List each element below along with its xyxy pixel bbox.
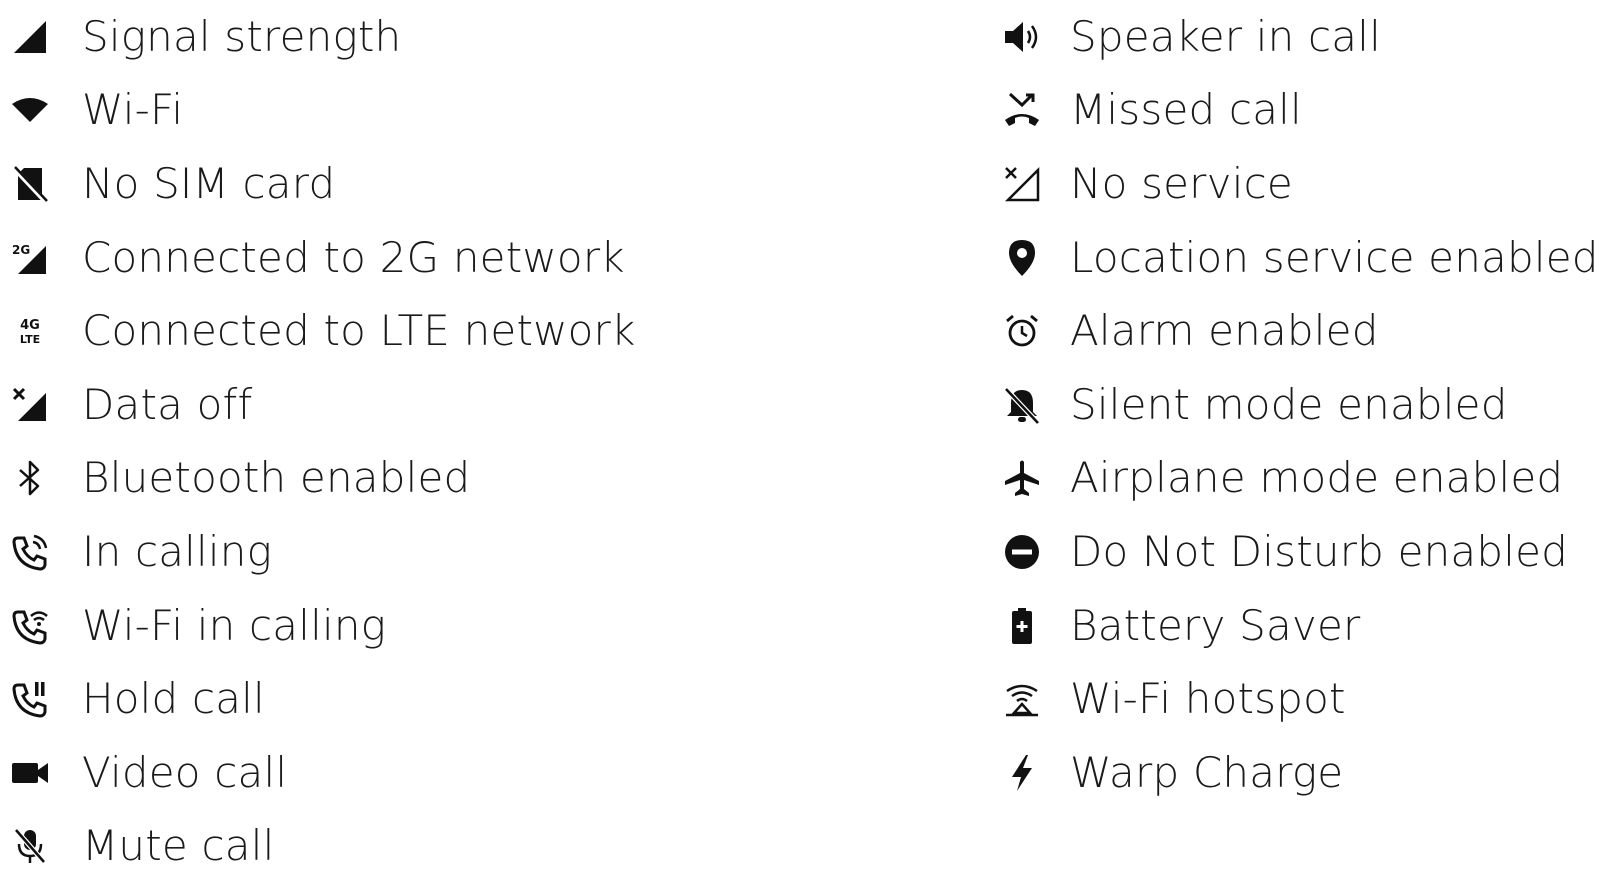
signal-strength-icon [8, 15, 52, 59]
legend-label: No service [1070, 158, 1293, 208]
status-icon-list-right: Speaker in call Missed call No service L… [1000, 0, 1600, 810]
legend-row: Speaker in call [1000, 0, 1600, 74]
legend-row: No SIM card [8, 147, 968, 221]
legend-row: 4G LTE Connected to LTE network [8, 294, 968, 368]
legend-label: Wi-Fi hotspot [1070, 674, 1346, 724]
lte-badge: LTE [20, 333, 40, 346]
legend-label: In calling [82, 526, 273, 576]
legend-row: Bluetooth enabled [8, 442, 968, 516]
legend-label: Wi-Fi [82, 85, 184, 135]
legend-row: No service [1000, 147, 1600, 221]
legend-label: Connected to LTE network [82, 306, 636, 356]
legend-label: Do Not Disturb enabled [1070, 526, 1569, 576]
legend-row: Airplane mode enabled [1000, 442, 1600, 516]
wifi-call-icon [8, 604, 52, 648]
legend-row: Warp Charge [1000, 736, 1600, 810]
data-off-icon [8, 383, 52, 427]
legend-label: Battery Saver [1070, 600, 1361, 650]
legend-row: Location service enabled [1000, 221, 1600, 295]
legend-row: Battery Saver [1000, 589, 1600, 663]
silent-mode-icon [1000, 383, 1044, 427]
legend-row: 2G Connected to 2G network [8, 221, 968, 295]
do-not-disturb-icon [1000, 530, 1044, 574]
legend-row: Video call [8, 736, 968, 810]
legend-label: Speaker in call [1070, 11, 1381, 61]
wifi-icon [8, 88, 52, 132]
alarm-icon [1000, 309, 1044, 353]
legend-row: In calling [8, 515, 968, 589]
location-icon [1000, 236, 1044, 280]
legend-row: Wi-Fi [8, 74, 968, 148]
4g-badge: 4G [20, 318, 40, 333]
video-call-icon [8, 751, 52, 795]
missed-call-icon [1000, 88, 1044, 132]
wifi-hotspot-icon [1000, 677, 1044, 721]
legend-label: Video call [82, 747, 288, 797]
mute-call-icon [8, 824, 52, 868]
legend-label: Alarm enabled [1070, 306, 1379, 356]
legend-row: Wi-Fi in calling [8, 589, 968, 663]
legend-row: Silent mode enabled [1000, 368, 1600, 442]
legend-label: Airplane mode enabled [1070, 453, 1564, 503]
legend-row: Hold call [8, 662, 968, 736]
bluetooth-icon [8, 456, 52, 500]
2g-network-icon: 2G [8, 236, 52, 280]
legend-label: Hold call [82, 674, 265, 724]
no-service-icon [1000, 162, 1044, 206]
warp-charge-icon [1000, 751, 1044, 795]
no-sim-card-icon [8, 162, 52, 206]
status-icon-list-left: Signal strength Wi-Fi No SIM card 2G Con… [8, 0, 968, 883]
legend-row: Signal strength [8, 0, 968, 74]
legend-row: Missed call [1000, 74, 1600, 148]
airplane-icon [1000, 456, 1044, 500]
in-call-icon [8, 530, 52, 574]
legend-row: Alarm enabled [1000, 294, 1600, 368]
lte-network-icon: 4G LTE [8, 309, 52, 353]
legend-label: No SIM card [82, 158, 336, 208]
legend-row: Data off [8, 368, 968, 442]
legend-label: Mute call [82, 821, 275, 871]
legend-row: Wi-Fi hotspot [1000, 662, 1600, 736]
battery-saver-icon [1000, 604, 1044, 648]
hold-call-icon [8, 677, 52, 721]
speaker-icon [1000, 15, 1044, 59]
legend-row: Mute call [8, 810, 968, 883]
legend-label: Warp Charge [1070, 747, 1344, 797]
2g-badge: 2G [12, 243, 30, 257]
legend-label: Signal strength [82, 11, 402, 61]
legend-label: Location service enabled [1070, 232, 1599, 282]
legend-label: Missed call [1070, 85, 1302, 135]
legend-label: Data off [82, 379, 253, 429]
legend-row: Do Not Disturb enabled [1000, 515, 1600, 589]
legend-label: Wi-Fi in calling [82, 600, 387, 650]
legend-label: Silent mode enabled [1070, 379, 1508, 429]
legend-label: Bluetooth enabled [82, 453, 471, 503]
legend-label: Connected to 2G network [82, 232, 625, 282]
